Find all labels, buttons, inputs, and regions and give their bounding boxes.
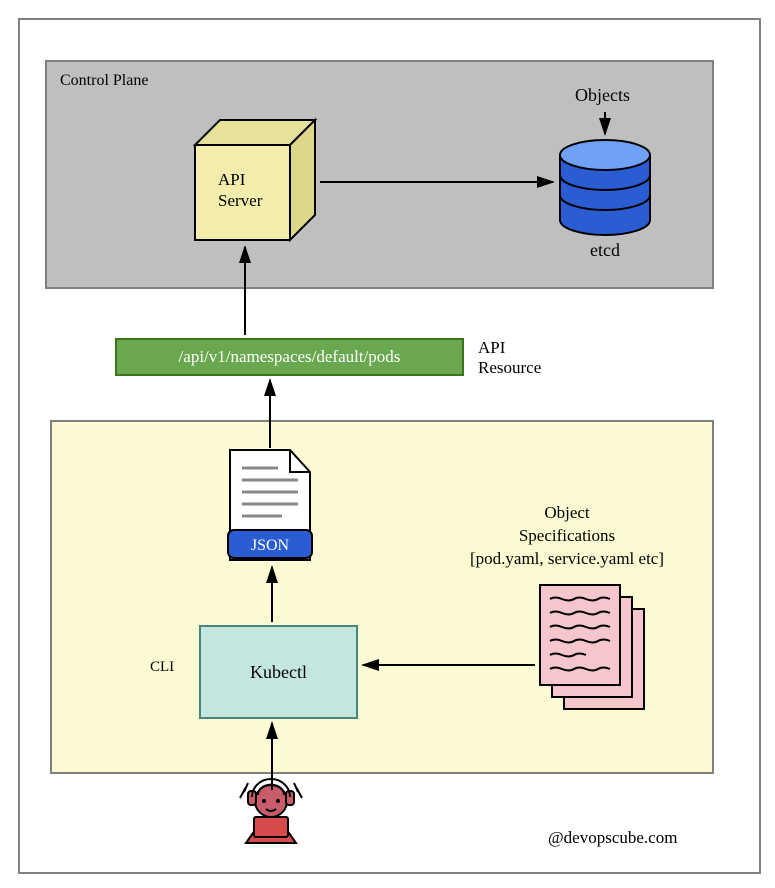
client-panel: [50, 420, 714, 774]
object-specs-line2: Specifications: [519, 526, 615, 545]
etcd-label: etcd: [590, 240, 620, 261]
objects-label: Objects: [575, 85, 630, 106]
control-plane-label: Control Plane: [60, 72, 148, 90]
api-path-box: /api/v1/namespaces/default/pods: [115, 338, 464, 376]
api-resource-label: API Resource: [478, 338, 541, 379]
kubectl-label: Kubectl: [250, 662, 307, 683]
object-specs-label: Object Specifications [pod.yaml, service…: [470, 502, 664, 571]
diagram-canvas: Control Plane API Server etcd Objects: [0, 0, 775, 888]
cli-label: CLI: [150, 659, 174, 676]
object-specs-line3: [pod.yaml, service.yaml etc]: [470, 549, 664, 568]
kubectl-box: Kubectl: [199, 625, 358, 719]
api-resource-line2: Resource: [478, 358, 541, 377]
api-resource-line1: API: [478, 338, 505, 357]
api-path-text: /api/v1/namespaces/default/pods: [179, 347, 401, 367]
attribution: @devopscube.com: [548, 828, 677, 848]
object-specs-line1: Object: [544, 503, 589, 522]
